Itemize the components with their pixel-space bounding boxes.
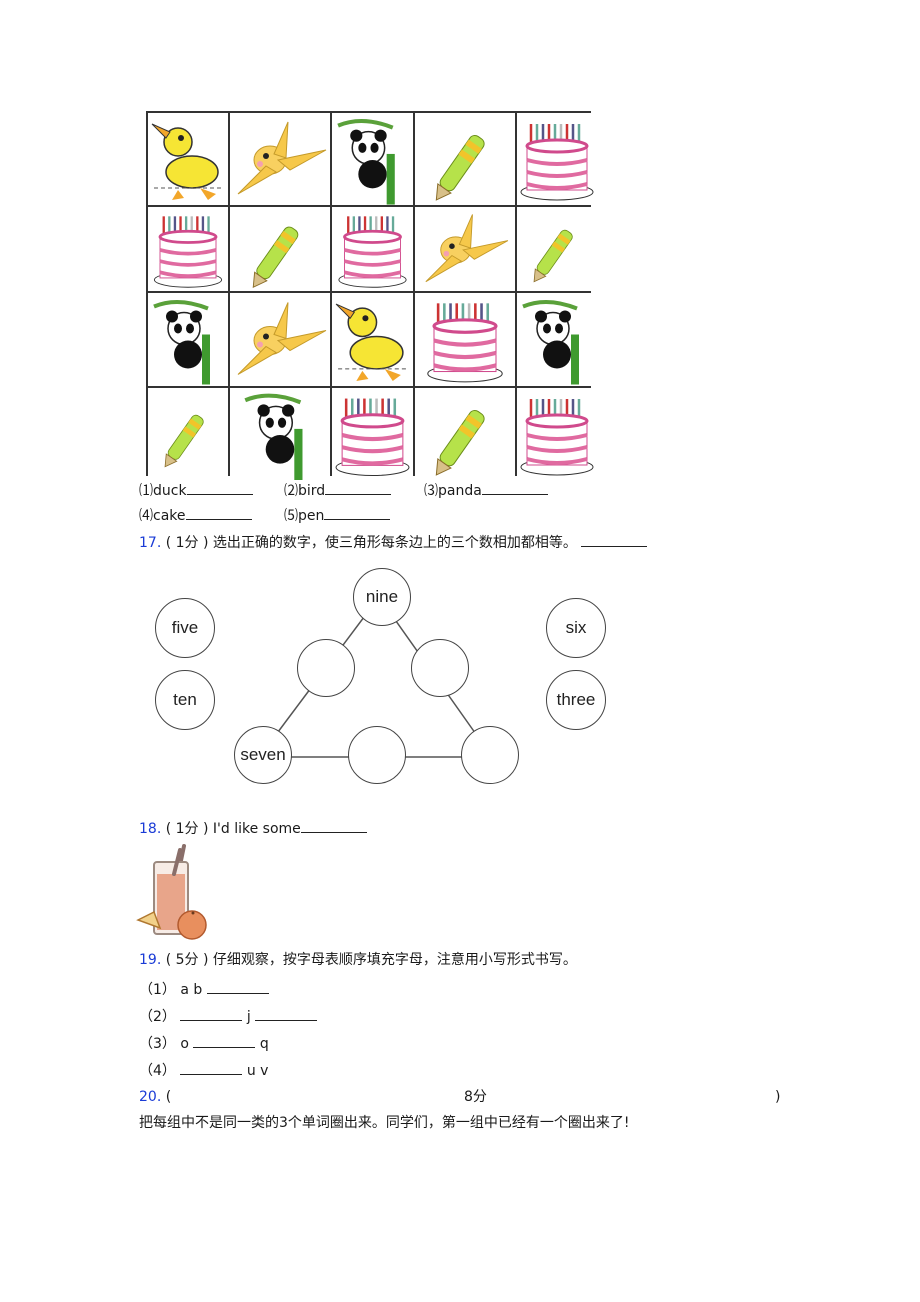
question-score: ( 1分 ) [165, 821, 209, 837]
option-six[interactable]: six [546, 598, 606, 658]
item-letters: u v [246, 1063, 269, 1079]
question-score: 8分 [464, 1089, 487, 1105]
option-label: six [565, 618, 587, 637]
question-18: 18. ( 1分 ) I'd like some [139, 818, 367, 838]
q19-item-2: （2） j [139, 1006, 318, 1026]
question-number: 20. [139, 1089, 162, 1105]
item-label: （3） [139, 1036, 176, 1052]
q19-item-1: （1） a b [139, 979, 269, 999]
question-20-text: 把每组中不是同一类的3个单词圈出来。同学们，第一组中已经有一个圈出来了! [139, 1115, 630, 1131]
triangle-node-bottom-mid[interactable] [348, 726, 406, 784]
item-letters: o [180, 1036, 189, 1052]
q19-item-4: （4） u v [139, 1060, 268, 1080]
answer-blank[interactable] [206, 979, 269, 994]
node-label: seven [240, 745, 286, 764]
question-text: I'd like some [212, 821, 301, 837]
option-label: three [556, 690, 596, 709]
answer-blank[interactable] [300, 818, 367, 833]
answer-blank[interactable] [255, 1006, 318, 1021]
question-number: 18. [139, 821, 162, 837]
item-letters: j [246, 1009, 251, 1025]
triangle-node-top[interactable]: nine [353, 568, 411, 626]
orange-juice-icon [136, 844, 207, 940]
item-letters: a b [180, 982, 203, 998]
option-label: five [171, 618, 199, 637]
item-label: （1） [139, 982, 176, 998]
option-ten[interactable]: ten [155, 670, 215, 730]
answer-blank[interactable] [180, 1060, 243, 1075]
question-text: 仔细观察，按字母表顺序填充字母，注意用小写形式书写。 [212, 952, 577, 968]
option-five[interactable]: five [155, 598, 215, 658]
score-open-paren: ( [165, 1089, 172, 1105]
node-label: nine [365, 587, 399, 606]
answer-blank[interactable] [180, 1006, 243, 1021]
q19-item-3: （3） o q [139, 1033, 269, 1053]
question-score: ( 5分 ) [165, 952, 209, 968]
question-19: 19. ( 5分 ) 仔细观察，按字母表顺序填充字母，注意用小写形式书写。 [139, 951, 577, 969]
triangle-node-bottom-left[interactable]: seven [234, 726, 292, 784]
option-three[interactable]: three [546, 670, 606, 730]
question-20: 20. ( 8分 ) [139, 1088, 789, 1106]
item-label: （4） [139, 1063, 176, 1079]
answer-blank[interactable] [193, 1033, 256, 1048]
score-close-paren: ) [775, 1089, 781, 1105]
triangle-node-bottom-right[interactable] [461, 726, 519, 784]
triangle-node-right-mid[interactable] [411, 639, 469, 697]
option-label: ten [173, 690, 197, 709]
item-letters: q [259, 1036, 269, 1052]
triangle-node-left-mid[interactable] [297, 639, 355, 697]
question-number: 19. [139, 952, 162, 968]
item-label: （2） [139, 1009, 176, 1025]
triangle-lines [262, 596, 491, 758]
